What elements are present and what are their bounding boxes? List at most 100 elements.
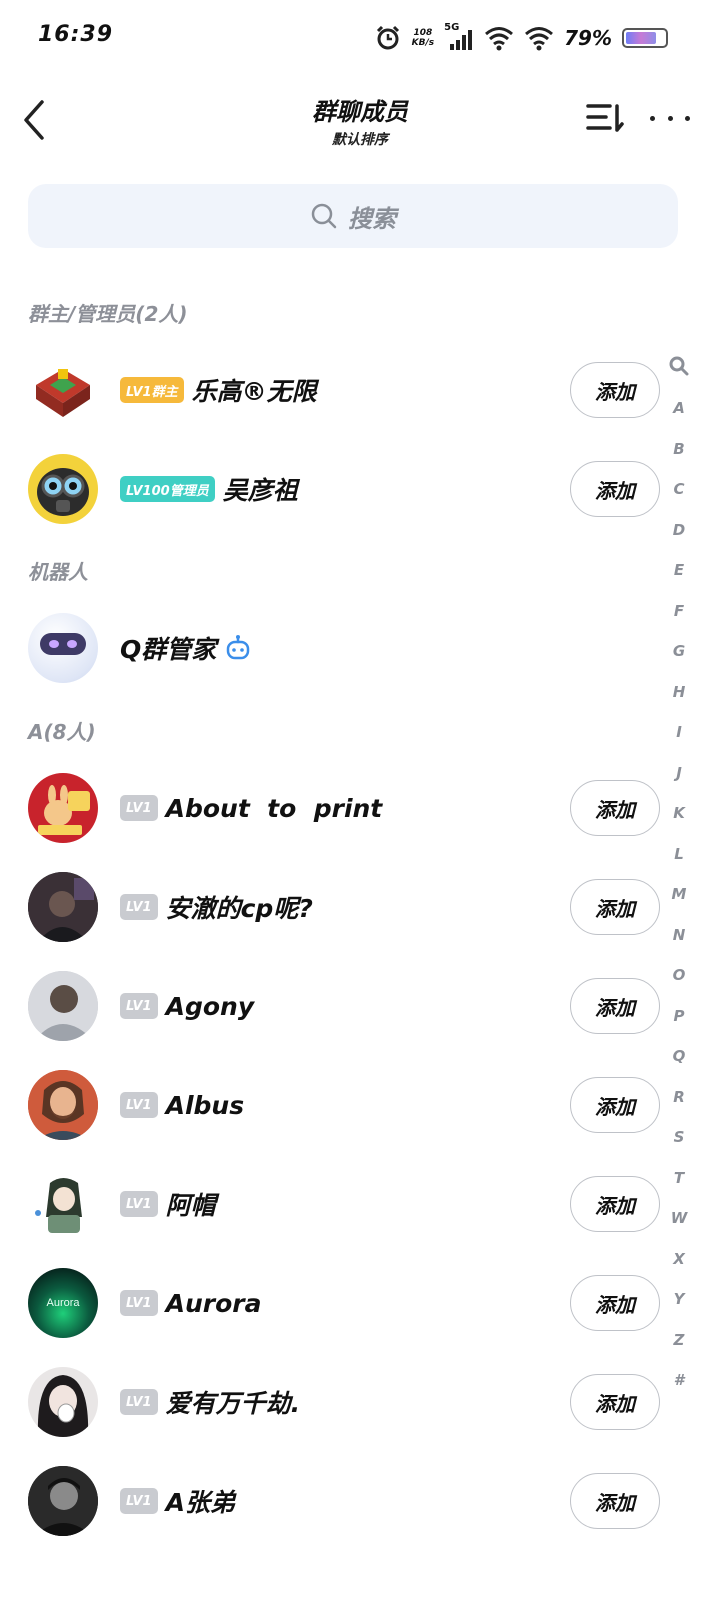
index-letter[interactable]: L [664, 834, 694, 875]
index-search-icon[interactable] [664, 346, 694, 388]
add-friend-button[interactable]: 添加 [570, 978, 660, 1034]
member-name: Q群管家 [120, 635, 217, 664]
index-letter[interactable]: E [664, 550, 694, 591]
member-name-line: Q群管家 [120, 600, 252, 696]
index-letter[interactable]: T [664, 1158, 694, 1199]
index-letter[interactable]: O [664, 955, 694, 996]
member-name: A张弟 [165, 1488, 235, 1517]
member-name-line: LV1 阿帽 [120, 1156, 216, 1252]
member-row[interactable]: LV1群主 乐高®无限 添加 [0, 342, 660, 438]
avatar[interactable] [28, 872, 98, 942]
add-friend-button[interactable]: 添加 [570, 1077, 660, 1133]
member-name-line: LV1 Albus [120, 1057, 244, 1153]
index-letter[interactable]: N [664, 915, 694, 956]
member-row[interactable]: LV1 爱有万千劫. 添加 [0, 1354, 660, 1450]
avatar[interactable] [28, 773, 98, 843]
index-letter[interactable]: J [664, 753, 694, 794]
avatar[interactable] [28, 613, 98, 683]
index-letter[interactable]: P [664, 996, 694, 1037]
bot-row[interactable]: Q群管家 [0, 600, 660, 696]
add-friend-button[interactable]: 添加 [570, 1374, 660, 1430]
index-letter[interactable]: I [664, 712, 694, 753]
level-badge: LV1 [120, 1191, 158, 1217]
avatar[interactable] [28, 355, 98, 425]
avatar[interactable] [28, 971, 98, 1041]
member-name: 吴彦祖 [222, 476, 298, 505]
member-row[interactable]: LV1 A张弟 添加 [0, 1453, 660, 1549]
index-letter[interactable]: H [664, 672, 694, 713]
index-letter[interactable]: Z [664, 1320, 694, 1361]
member-name-line: LV1 安澈的cp呢? [120, 859, 313, 955]
robot-icon [227, 635, 250, 660]
member-row[interactable]: LV100管理员 吴彦祖 添加 [0, 441, 660, 537]
avatar[interactable] [28, 1466, 98, 1536]
index-letter[interactable]: Q [664, 1036, 694, 1077]
more-dot [650, 115, 655, 121]
cellular-signal-icon: 5G [444, 22, 474, 52]
search-icon [669, 356, 689, 376]
avatar[interactable]: Aurora [28, 1268, 98, 1338]
add-friend-button[interactable]: 添加 [570, 879, 660, 935]
index-letter[interactable]: R [664, 1077, 694, 1118]
index-letter[interactable]: G [664, 631, 694, 672]
wifi-icon [485, 27, 514, 51]
search-bar[interactable]: 搜索 [28, 184, 678, 248]
add-friend-button[interactable]: 添加 [570, 1176, 660, 1232]
search-icon [311, 203, 337, 229]
index-letter[interactable]: C [664, 469, 694, 510]
index-letter[interactable]: K [664, 793, 694, 834]
wifi-icon-2 [525, 27, 554, 51]
avatar[interactable] [28, 454, 98, 524]
alarm-icon [376, 25, 399, 50]
battery-icon [622, 28, 668, 48]
member-name-line: LV1 Agony [120, 958, 254, 1054]
level-badge: LV1群主 [120, 377, 184, 403]
member-name-line: LV1群主 乐高®无限 [120, 342, 317, 438]
member-row[interactable]: Aurora LV1 Aurora 添加 [0, 1255, 660, 1351]
header: 群聊成员 默认排序 [0, 88, 720, 152]
network-speed-unit: KB/s [411, 38, 435, 48]
add-friend-button[interactable]: 添加 [570, 1275, 660, 1331]
member-row[interactable]: LV1 安澈的cp呢? 添加 [0, 859, 660, 955]
add-friend-button[interactable]: 添加 [570, 1473, 660, 1529]
index-letter[interactable]: W [664, 1198, 694, 1239]
avatar[interactable] [28, 1169, 98, 1239]
member-name: 安澈的cp呢? [165, 894, 313, 923]
index-letter[interactable]: A [664, 388, 694, 429]
level-badge: LV1 [120, 1290, 158, 1316]
index-letter[interactable]: Y [664, 1279, 694, 1320]
status-bar: 16:39 108 KB/s 5G 79% [0, 0, 720, 76]
index-letter[interactable]: S [664, 1117, 694, 1158]
battery-fill [626, 32, 657, 44]
add-friend-button[interactable]: 添加 [570, 780, 660, 836]
add-friend-button[interactable]: 添加 [570, 362, 660, 418]
avatar-text: Aurora [46, 1297, 80, 1309]
avatar[interactable] [28, 1070, 98, 1140]
sort-icon [586, 104, 624, 132]
index-letter[interactable]: D [664, 510, 694, 551]
member-row[interactable]: LV1 阿帽 添加 [0, 1156, 660, 1252]
member-row[interactable]: LV1 Agony 添加 [0, 958, 660, 1054]
index-letter[interactable]: M [664, 874, 694, 915]
member-row[interactable]: LV1 About to print 添加 [0, 760, 660, 856]
member-name-line: LV1 About to print [120, 760, 382, 856]
alphabet-index-bar[interactable]: A B C D E F G H I J K L M N O P Q R S T W X Y Z # [664, 346, 694, 1401]
member-name: Albus [165, 1090, 245, 1120]
index-letter[interactable]: X [664, 1239, 694, 1280]
level-badge: LV1 [120, 1488, 158, 1514]
status-time: 16:39 [38, 22, 114, 47]
section-title-bots: 机器人 [28, 560, 88, 584]
more-button[interactable] [650, 102, 690, 134]
level-badge: LV1 [120, 1389, 158, 1415]
add-friend-button[interactable]: 添加 [570, 461, 660, 517]
index-letter[interactable]: F [664, 591, 694, 632]
index-letter[interactable]: B [664, 429, 694, 470]
status-icons: 108 KB/s 5G 79% [374, 22, 668, 54]
section-title-a: A(8人) [28, 720, 96, 744]
member-name: 爱有万千劫. [165, 1389, 301, 1418]
avatar[interactable] [28, 1367, 98, 1437]
network-speed: 108 KB/s [412, 28, 434, 48]
index-letter[interactable]: # [664, 1360, 694, 1401]
member-row[interactable]: LV1 Albus 添加 [0, 1057, 660, 1153]
sort-button[interactable] [582, 100, 626, 136]
